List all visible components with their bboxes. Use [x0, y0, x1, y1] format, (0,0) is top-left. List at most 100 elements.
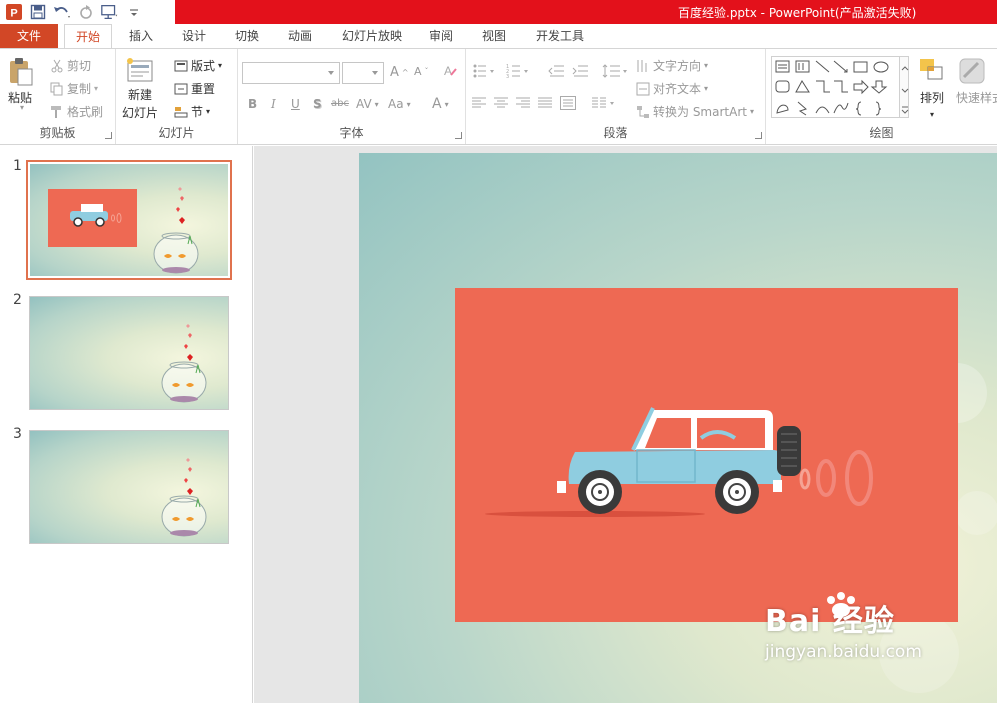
quick-styles-button[interactable]: 快速样式 — [956, 57, 997, 106]
undo-icon[interactable] — [52, 2, 72, 22]
section-icon — [174, 106, 188, 117]
align-right-icon[interactable] — [516, 97, 530, 109]
tab-developer[interactable]: 开发工具 — [528, 24, 592, 48]
baidu-paw-icon — [827, 592, 855, 617]
reset-button[interactable]: 重置 — [174, 80, 215, 97]
shapes-gallery-scroll[interactable] — [899, 56, 909, 118]
slide-thumbnail-3[interactable] — [29, 430, 229, 544]
slide-thumbnail-2[interactable] — [29, 296, 229, 410]
quick-access-toolbar: P — [4, 2, 144, 22]
font-name-combo[interactable] — [242, 62, 340, 84]
change-case-label: Aa — [388, 97, 404, 111]
presentation-icon[interactable] — [100, 2, 120, 22]
paragraph-group-label: 段落 — [603, 126, 628, 140]
tab-view[interactable]: 视图 — [473, 24, 515, 48]
strikethrough-button[interactable]: abc — [331, 98, 349, 109]
underline-button[interactable]: U — [291, 97, 300, 111]
grow-font-icon[interactable]: A ^ — [390, 65, 409, 80]
slide-thumbnails-panel: 1 2 3 — [0, 146, 253, 703]
section-label: 节 — [191, 105, 204, 119]
font-color-label: A — [432, 96, 442, 112]
align-text-button[interactable]: 对齐文本 ▾ — [636, 80, 708, 97]
window-title: 百度经验.pptx - PowerPoint(产品激活失败) — [678, 6, 917, 20]
scissors-icon — [51, 59, 63, 72]
change-case-button[interactable]: Aa ▾ — [388, 97, 411, 111]
tab-review[interactable]: 审阅 — [420, 24, 462, 48]
line-spacing-icon[interactable] — [602, 63, 630, 79]
tab-transitions[interactable]: 切换 — [226, 24, 268, 48]
tab-slideshow[interactable]: 幻灯片放映 — [334, 24, 410, 48]
new-slide-label-1: 新建 — [128, 88, 153, 102]
tab-file[interactable]: 文件 — [0, 24, 58, 48]
customize-qat-icon[interactable] — [124, 2, 144, 22]
layout-button[interactable]: 版式 ▾ — [174, 57, 222, 74]
text-direction-button[interactable]: 文字方向 ▾ — [636, 57, 708, 74]
slide-number-3: 3 — [13, 426, 22, 442]
baidu-watermark: Bai 经验 jingyan.baidu.com — [765, 592, 922, 662]
arrange-label: 排列 — [919, 91, 944, 105]
character-spacing-label: AV — [356, 97, 372, 111]
baidu-url-text: jingyan.baidu.com — [765, 642, 922, 662]
columns-icon[interactable] — [592, 97, 618, 109]
format-painter-label: 格式刷 — [67, 105, 104, 119]
slide-red-rectangle[interactable] — [455, 288, 958, 622]
drawing-group: 排列 ▾ 快速样式 绘图 — [766, 49, 997, 144]
thumbnail-fishbowl-icon — [161, 458, 207, 537]
character-spacing-button[interactable]: AV ▾ — [356, 97, 379, 111]
font-group: A ^ Aˇ A B I U S abc AV ▾ Aa ▾ A ▾ 字体 — [238, 49, 466, 144]
font-launcher-icon[interactable] — [455, 132, 462, 139]
paste-button[interactable]: 粘贴 — [6, 57, 34, 106]
convert-smartart-button[interactable]: 转换为 SmartArt ▾ — [636, 103, 754, 120]
new-slide-label-2: 幻灯片 — [122, 106, 159, 120]
save-icon[interactable] — [28, 2, 48, 22]
clear-formatting-icon[interactable]: A — [442, 63, 458, 79]
svg-text:3: 3 — [506, 74, 509, 79]
text-direction-icon — [637, 59, 647, 72]
clipboard-group-label: 剪贴板 — [39, 126, 76, 140]
section-button[interactable]: 节 ▾ — [174, 103, 210, 120]
align-center-icon[interactable] — [494, 97, 508, 109]
shapes-gallery[interactable] — [771, 56, 901, 118]
copy-button[interactable]: 复制 ▾ — [50, 80, 98, 97]
shrink-font-icon[interactable]: Aˇ — [414, 65, 429, 78]
powerpoint-logo-icon: P — [4, 2, 24, 22]
font-size-combo[interactable] — [342, 62, 384, 84]
redo-icon[interactable] — [76, 2, 96, 22]
numbering-icon[interactable]: 123 — [506, 63, 534, 79]
italic-button[interactable]: I — [271, 97, 276, 111]
tab-animations[interactable]: 动画 — [279, 24, 321, 48]
font-color-button[interactable]: A ▾ — [432, 96, 449, 112]
slide-thumbnail-1[interactable] — [26, 160, 232, 280]
tab-home[interactable]: 开始 — [64, 24, 112, 49]
cut-label: 剪切 — [67, 59, 92, 73]
layout-label: 版式 — [191, 59, 216, 73]
tab-design[interactable]: 设计 — [173, 24, 215, 48]
text-shadow-button[interactable]: S — [313, 97, 322, 111]
cut-button[interactable]: 剪切 — [50, 57, 91, 74]
slides-group-label: 幻灯片 — [158, 126, 195, 140]
paragraph-group: 123 文字方向 ▾ 对齐文本 ▾ 转换为 SmartArt ▾ 段落 — [466, 49, 766, 144]
format-painter-button[interactable]: 格式刷 — [50, 103, 103, 120]
bullets-icon[interactable] — [472, 63, 500, 79]
bold-button[interactable]: B — [248, 97, 257, 111]
jeep-car-icon — [485, 407, 873, 517]
clipboard-launcher-icon[interactable] — [105, 132, 112, 139]
ribbon: 粘贴 剪切 复制 ▾ 格式刷 ▾ 剪贴板 新建 幻灯片 版式 ▾ 重置 节 ▾ … — [0, 48, 997, 145]
new-slide-button[interactable]: 新建 幻灯片 — [122, 57, 158, 121]
distributed-icon[interactable] — [560, 96, 576, 110]
increase-indent-icon[interactable] — [572, 63, 590, 79]
justify-icon[interactable] — [538, 97, 552, 109]
paragraph-launcher-icon[interactable] — [755, 132, 762, 139]
paste-dropdown-icon[interactable]: ▾ — [20, 103, 24, 112]
thumbnail-red-box — [48, 189, 137, 247]
decrease-indent-icon[interactable] — [548, 63, 566, 79]
font-group-label: 字体 — [339, 126, 364, 140]
format-painter-icon — [51, 105, 61, 118]
new-slide-icon — [127, 58, 153, 82]
align-left-icon[interactable] — [472, 97, 486, 109]
ribbon-tabs: 文件 开始 插入 设计 切换 动画 幻灯片放映 审阅 视图 开发工具 — [0, 24, 997, 49]
arrange-button[interactable]: 排列 ▾ — [918, 57, 946, 119]
smartart-icon — [637, 105, 649, 118]
tab-insert[interactable]: 插入 — [120, 24, 162, 48]
quick-styles-label: 快速样式 — [956, 91, 997, 105]
